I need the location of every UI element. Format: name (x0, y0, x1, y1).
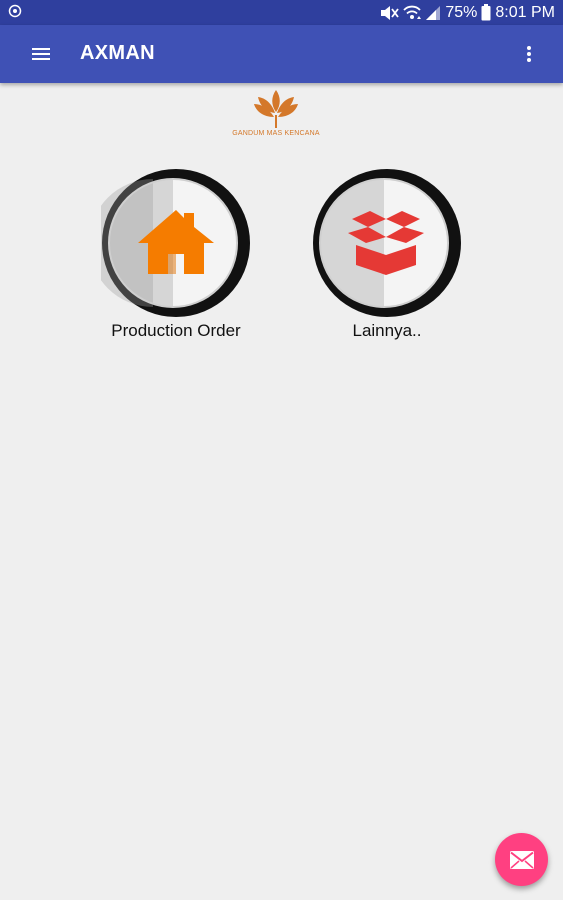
more-vert-icon[interactable] (519, 41, 539, 67)
production-order-tile[interactable]: Production Order (101, 169, 261, 349)
status-icons: 75% 8:01 PM (379, 0, 555, 25)
mail-icon (509, 850, 534, 869)
box-icon (348, 211, 424, 275)
signal-icon (426, 5, 441, 20)
clock: 8:01 PM (495, 3, 555, 21)
company-logo: GANDUM MAS KENCANA (212, 86, 340, 140)
logo-text: GANDUM MAS KENCANA (232, 130, 320, 137)
app-bar: AXMAN (0, 25, 563, 83)
status-bar: 75% 8:01 PM (0, 0, 563, 25)
tile-label: Lainnya.. (352, 321, 422, 340)
house-icon (138, 210, 214, 274)
battery-level: 75% (445, 3, 478, 21)
mute-icon (381, 5, 400, 20)
notification-icon (8, 4, 22, 18)
tile-label: Production Order (111, 321, 241, 340)
battery-icon (481, 4, 491, 21)
wheat-logo-icon (254, 90, 298, 128)
lainnya-tile[interactable]: Lainnya.. (312, 169, 472, 349)
app-title: AXMAN (80, 42, 155, 64)
menu-icon[interactable] (26, 42, 58, 66)
wifi-icon (403, 5, 422, 19)
mail-fab-button[interactable] (495, 833, 548, 886)
